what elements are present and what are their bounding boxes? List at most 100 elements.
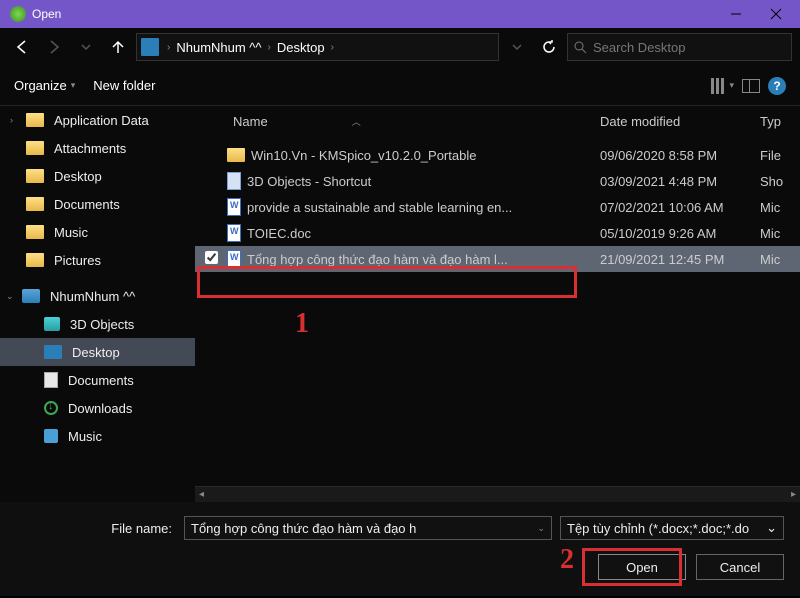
file-name: provide a sustainable and stable learnin… (247, 200, 512, 215)
file-row[interactable]: Tổng hợp công thức đạo hàm và đạo hàm l.… (195, 246, 800, 272)
minimize-button[interactable] (716, 0, 756, 28)
breadcrumb-seg-2[interactable]: Desktop (275, 40, 327, 55)
file-name-cell: Win10.Vn - KMSpico_v10.2.0_Portable (227, 148, 600, 163)
back-button[interactable] (8, 33, 36, 61)
file-row[interactable]: Win10.Vn - KMSpico_v10.2.0_Portable09/06… (195, 142, 800, 168)
sidebar-item-label: Downloads (68, 401, 132, 416)
dl-icon (44, 401, 58, 415)
forward-button[interactable] (40, 33, 68, 61)
file-date: 21/09/2021 12:45 PM (600, 252, 760, 267)
pc-icon (22, 289, 40, 303)
breadcrumb-seg-1[interactable]: NhumNhum ^^ (174, 40, 263, 55)
file-row[interactable]: provide a sustainable and stable learnin… (195, 194, 800, 220)
up-button[interactable] (104, 33, 132, 61)
file-list-area: Name ︿ Date modified Typ Win10.Vn - KMSp… (195, 106, 800, 502)
chevron-icon: ⌄ (6, 291, 18, 302)
chevron-right-icon: › (268, 42, 271, 53)
chevron-down-icon: ⌄ (766, 520, 777, 536)
column-type[interactable]: Typ (760, 114, 800, 129)
sidebar-item-label: Application Data (54, 113, 149, 128)
sidebar-item[interactable]: Documents (0, 190, 195, 218)
file-row[interactable]: TOIEC.doc05/10/2019 9:26 AMMic (195, 220, 800, 246)
horizontal-scrollbar[interactable]: ◂ ▸ (195, 486, 800, 502)
breadcrumb[interactable]: › NhumNhum ^^ › Desktop › (136, 33, 499, 61)
sidebar-item[interactable]: Desktop (0, 338, 195, 366)
file-date: 03/09/2021 4:48 PM (600, 174, 760, 189)
row-checkbox[interactable] (195, 251, 227, 267)
filename-input[interactable]: Tổng hợp công thức đạo hàm và đạo h ⌄ (184, 516, 552, 540)
sidebar-item[interactable]: Music (0, 218, 195, 246)
word-icon (227, 198, 241, 216)
cancel-button[interactable]: Cancel (696, 554, 784, 580)
organize-menu[interactable]: Organize ▾ (14, 78, 75, 93)
preview-pane-button[interactable] (742, 79, 760, 93)
sidebar-item-label: Pictures (54, 253, 101, 268)
close-button[interactable] (756, 0, 796, 28)
sort-indicator-icon: ︿ (352, 115, 361, 128)
sidebar-item[interactable]: Desktop (0, 162, 195, 190)
sidebar-item[interactable]: Pictures (0, 246, 195, 274)
file-name-cell: Tổng hợp công thức đạo hàm và đạo hàm l.… (227, 250, 600, 268)
word-icon (227, 224, 241, 242)
sidebar-item-label: Desktop (72, 345, 120, 360)
sidebar-item[interactable]: › Application Data (0, 106, 195, 134)
sidebar-item-label: Music (54, 225, 88, 240)
chevron-down-icon: ▾ (729, 80, 734, 91)
link-icon (227, 172, 241, 190)
folder-icon (227, 148, 245, 162)
obj3d-icon (44, 317, 60, 331)
folder-icon (26, 253, 44, 267)
title-bar: Open (0, 0, 800, 28)
nav-bar: › NhumNhum ^^ › Desktop › Search Desktop (0, 28, 800, 66)
search-placeholder: Search Desktop (593, 40, 686, 55)
folder-icon (26, 197, 44, 211)
folder-icon (26, 169, 44, 183)
sidebar-item[interactable]: Attachments (0, 134, 195, 162)
filename-label: File name: (16, 521, 176, 536)
recent-dropdown[interactable] (72, 33, 100, 61)
desk-icon (44, 345, 62, 359)
column-date[interactable]: Date modified (600, 114, 760, 129)
scroll-left-icon: ◂ (199, 489, 204, 500)
organize-label: Organize (14, 78, 67, 93)
new-folder-button[interactable]: New folder (93, 78, 155, 93)
column-headers: Name ︿ Date modified Typ (195, 106, 800, 136)
file-date: 09/06/2020 8:58 PM (600, 148, 760, 163)
sidebar: ›Application DataAttachmentsDesktopDocum… (0, 106, 195, 502)
doc-icon (44, 372, 58, 388)
filetype-value: Tệp tùy chỉnh (*.docx;*.doc;*.do (567, 521, 749, 536)
toolbar: Organize ▾ New folder ▾ ? (0, 66, 800, 106)
file-name-cell: provide a sustainable and stable learnin… (227, 198, 600, 216)
view-options-button[interactable]: ▾ (711, 78, 734, 94)
file-row[interactable]: 3D Objects - Shortcut03/09/2021 4:48 PMS… (195, 168, 800, 194)
refresh-button[interactable] (535, 33, 563, 61)
folder-icon (26, 225, 44, 239)
chevron-right-icon: › (167, 42, 170, 53)
help-button[interactable]: ? (768, 77, 786, 95)
sidebar-item[interactable]: Music (0, 422, 195, 450)
chevron-down-icon: ⌄ (537, 523, 545, 534)
window-title: Open (32, 7, 61, 21)
breadcrumb-dropdown[interactable] (503, 33, 531, 61)
column-checkbox[interactable] (195, 113, 227, 129)
sidebar-item-label: Documents (54, 197, 120, 212)
sidebar-item[interactable]: Documents (0, 366, 195, 394)
sidebar-item-label: Music (68, 429, 102, 444)
chevron-icon: › (10, 115, 22, 125)
main-area: ›Application DataAttachmentsDesktopDocum… (0, 106, 800, 502)
word-icon (227, 250, 241, 268)
sidebar-item-label: 3D Objects (70, 317, 134, 332)
sidebar-item[interactable]: Downloads (0, 394, 195, 422)
sidebar-item[interactable]: 3D Objects (0, 310, 195, 338)
sidebar-item[interactable]: ⌄NhumNhum ^^ (0, 282, 195, 310)
folder-icon (26, 141, 44, 155)
footer: File name: Tổng hợp công thức đạo hàm và… (0, 502, 800, 596)
search-input[interactable]: Search Desktop (567, 33, 792, 61)
column-name-label: Name (233, 114, 268, 129)
file-type: Sho (760, 174, 800, 189)
filetype-select[interactable]: Tệp tùy chỉnh (*.docx;*.doc;*.do ⌄ (560, 516, 784, 540)
file-rows: Win10.Vn - KMSpico_v10.2.0_Portable09/06… (195, 136, 800, 486)
column-name[interactable]: Name ︿ (227, 114, 600, 129)
file-date: 05/10/2019 9:26 AM (600, 226, 760, 241)
open-button[interactable]: Open (598, 554, 686, 580)
